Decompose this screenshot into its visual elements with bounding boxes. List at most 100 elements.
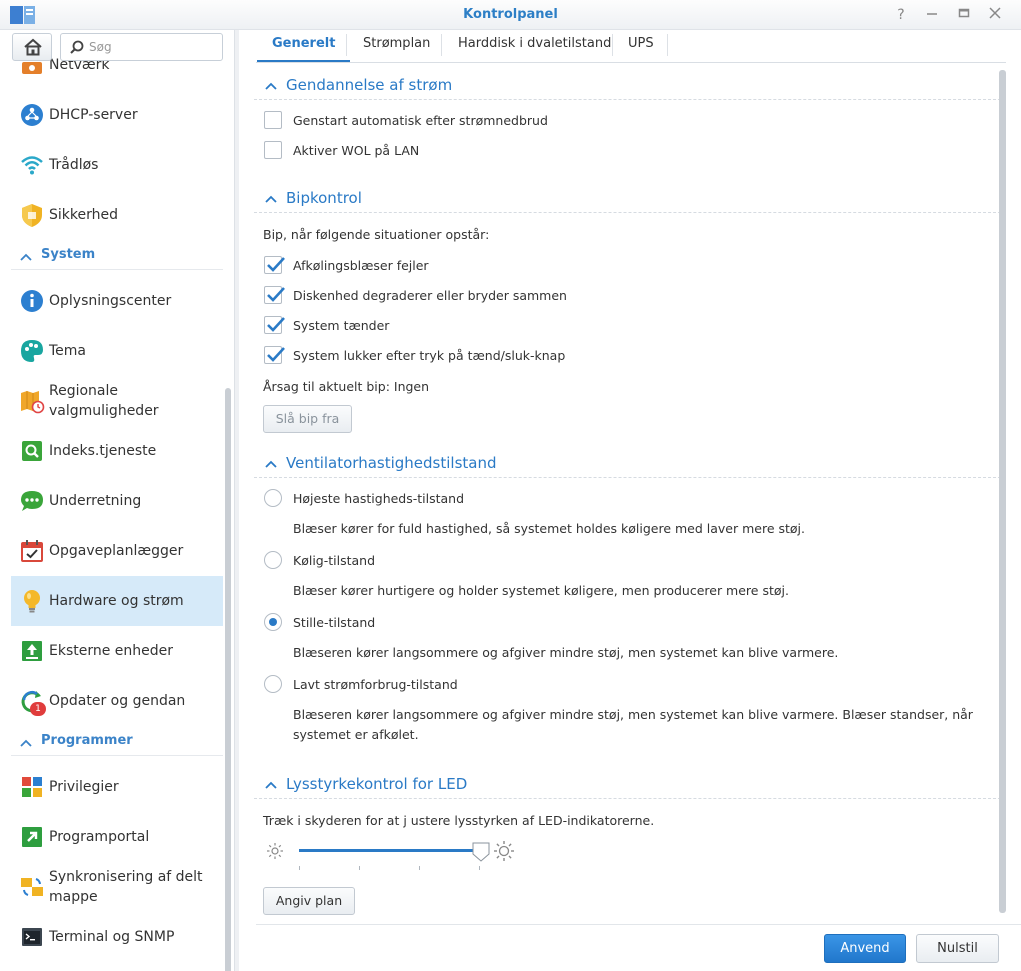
volume-degraded-checkbox[interactable] xyxy=(264,286,285,304)
chevron-up-icon xyxy=(265,195,277,203)
sidebar-item-oplysningscenter[interactable]: Oplysningscenter xyxy=(11,276,223,326)
fan-mode-full-speed[interactable]: Højeste hastigheds-tilstand xyxy=(264,488,464,508)
section-divider xyxy=(254,477,1006,478)
sidebar-item-eksterne-enheder[interactable]: Eksterne enheder xyxy=(11,626,223,676)
sidebar-item-regionale-valgmuligheder[interactable]: Regionale valgmuligheder xyxy=(11,376,223,426)
low-power-radio[interactable] xyxy=(264,675,282,693)
fan-mode-low-power[interactable]: Lavt strømforbrug-tilstand xyxy=(264,674,458,694)
option-system-shutdown-beep[interactable]: System lukker efter tryk på tænd/sluk-kn… xyxy=(264,345,565,365)
home-button[interactable] xyxy=(12,33,52,61)
section-divider xyxy=(254,798,1006,799)
fan-failure-checkbox[interactable] xyxy=(264,256,285,274)
privileges-grid-icon xyxy=(19,774,45,800)
search-field[interactable] xyxy=(60,33,223,61)
slider-tick xyxy=(299,866,300,870)
title-bar: Kontrolpanel ? xyxy=(0,0,1021,30)
section-title-power-recovery[interactable]: Gendannelse af strøm xyxy=(264,76,452,94)
palette-icon xyxy=(19,338,45,364)
system-on-checkbox[interactable] xyxy=(264,316,285,334)
sidebar-item-opgaveplanlaegger[interactable]: Opgaveplanlægger xyxy=(11,526,223,576)
checkmark-icon xyxy=(267,287,285,302)
wifi-icon xyxy=(19,152,45,178)
mute-beep-button[interactable]: Slå bip fra xyxy=(263,405,352,433)
slider-handle[interactable] xyxy=(472,842,490,862)
fan-mode-description: Blæser kører hurtigere og holder systeme… xyxy=(293,583,789,598)
sidebar-item-terminal-og-snmp[interactable]: Terminal og SNMP xyxy=(11,912,223,962)
sidebar-item-opdater-og-gendan[interactable]: 1 Opdater og gendan xyxy=(11,676,223,726)
shared-folder-sync-icon xyxy=(19,874,45,900)
set-schedule-button[interactable]: Angiv plan xyxy=(263,887,355,915)
minimize-icon[interactable] xyxy=(922,5,942,25)
checkmark-icon xyxy=(267,257,285,272)
sidebar-item-synkronisering-af-delt-mappe[interactable]: Synkronisering af delt mappe xyxy=(11,862,223,912)
system-shutdown-checkbox[interactable] xyxy=(264,346,285,364)
sidebar-item-tema[interactable]: Tema xyxy=(11,326,223,376)
notification-badge: 1 xyxy=(30,702,46,716)
slider-tick xyxy=(419,866,420,870)
auto-restart-checkbox[interactable] xyxy=(264,111,282,129)
sidebar: Netværk DHCP-server Trådløs Sikkerhed Sy… xyxy=(0,30,234,971)
slider-tick xyxy=(359,866,360,870)
sidebar-item-indeks-tjeneste[interactable]: Indeks.tjeneste xyxy=(11,426,223,476)
wol-lan-checkbox[interactable] xyxy=(264,141,282,159)
section-header-system[interactable]: System xyxy=(11,246,223,270)
section-title-beep-control[interactable]: Bipkontrol xyxy=(264,189,362,207)
led-description: Træk i skyderen for at j ustere lysstyrk… xyxy=(263,813,655,828)
external-device-icon xyxy=(19,638,45,664)
cool-mode-radio[interactable] xyxy=(264,551,282,569)
close-icon[interactable] xyxy=(985,5,1005,25)
tab-harddisk-i-dvaletilstand[interactable]: Harddisk i dvaletilstand xyxy=(443,30,626,62)
chevron-up-icon xyxy=(20,739,32,747)
shield-icon xyxy=(19,202,45,228)
led-brightness-slider[interactable] xyxy=(299,849,481,852)
apply-button[interactable]: Anvend xyxy=(824,934,906,963)
tab-separator xyxy=(441,34,442,56)
option-fan-failure-beep[interactable]: Afkølingsblæser fejler xyxy=(264,255,429,275)
sidebar-item-underretning[interactable]: Underretning xyxy=(11,476,223,526)
tab-ups[interactable]: UPS xyxy=(613,30,669,62)
section-title-fan-speed[interactable]: Ventilatorhastighedstilstand xyxy=(264,454,497,472)
update-restore-icon: 1 xyxy=(19,688,46,716)
slider-tick xyxy=(479,866,480,870)
sidebar-item-hardware-og-strom[interactable]: Hardware og strøm xyxy=(11,576,223,626)
fan-mode-quiet[interactable]: Stille-tilstand xyxy=(264,612,375,632)
tab-stromplan[interactable]: Strømplan xyxy=(348,30,445,62)
section-title-led-brightness[interactable]: Lysstyrkekontrol for LED xyxy=(264,775,467,793)
sidebar-item-sikkerhed[interactable]: Sikkerhed xyxy=(11,190,223,240)
sidebar-item-privilegier[interactable]: Privilegier xyxy=(11,762,223,812)
index-search-icon xyxy=(19,438,45,464)
fan-mode-description: Blæser kører for fuld hastighed, så syst… xyxy=(293,521,806,536)
sidebar-scrollbar[interactable] xyxy=(225,388,231,971)
option-volume-degraded-beep[interactable]: Diskenhed degraderer eller bryder sammen xyxy=(264,285,567,305)
sidebar-item-tradlos[interactable]: Trådløs xyxy=(11,140,223,190)
fan-mode-cool[interactable]: Kølig-tilstand xyxy=(264,550,375,570)
sidebar-item-dhcp-server[interactable]: DHCP-server xyxy=(11,90,223,140)
beep-reason-text: Årsag til aktuelt bip: Ingen xyxy=(263,379,430,394)
chevron-up-icon xyxy=(265,82,277,90)
content-scrollbar[interactable] xyxy=(999,70,1006,913)
tab-generelt[interactable]: Generelt xyxy=(257,30,351,62)
footer-bar: Anvend Nulstil xyxy=(256,924,1021,971)
option-wol-lan[interactable]: Aktiver WOL på LAN xyxy=(264,140,419,160)
general-settings-panel: Gendannelse af strøm Genstart automatisk… xyxy=(254,64,1006,924)
section-header-programmer[interactable]: Programmer xyxy=(11,732,223,756)
checkmark-icon xyxy=(267,317,285,332)
full-speed-radio[interactable] xyxy=(264,489,282,507)
reset-button[interactable]: Nulstil xyxy=(916,934,999,963)
lightbulb-icon xyxy=(19,588,45,614)
option-system-on-beep[interactable]: System tænder xyxy=(264,315,389,335)
chat-bubble-icon xyxy=(19,488,45,514)
fan-mode-description: Blæseren kører langsommere og afgiver mi… xyxy=(293,645,839,660)
help-icon[interactable]: ? xyxy=(891,5,911,25)
info-icon xyxy=(19,288,45,314)
maximize-icon[interactable] xyxy=(954,5,974,25)
section-divider xyxy=(254,99,1006,100)
checkmark-icon xyxy=(267,347,285,362)
quiet-mode-radio[interactable] xyxy=(264,613,282,631)
tab-bar: Generelt Strømplan Harddisk i dvaletilst… xyxy=(256,30,1006,63)
option-auto-restart[interactable]: Genstart automatisk efter strømnedbrud xyxy=(264,110,548,130)
sidebar-item-programportal[interactable]: Programportal xyxy=(11,812,223,862)
search-input[interactable] xyxy=(89,38,217,56)
section-divider xyxy=(254,212,1006,213)
terminal-icon xyxy=(19,924,45,950)
